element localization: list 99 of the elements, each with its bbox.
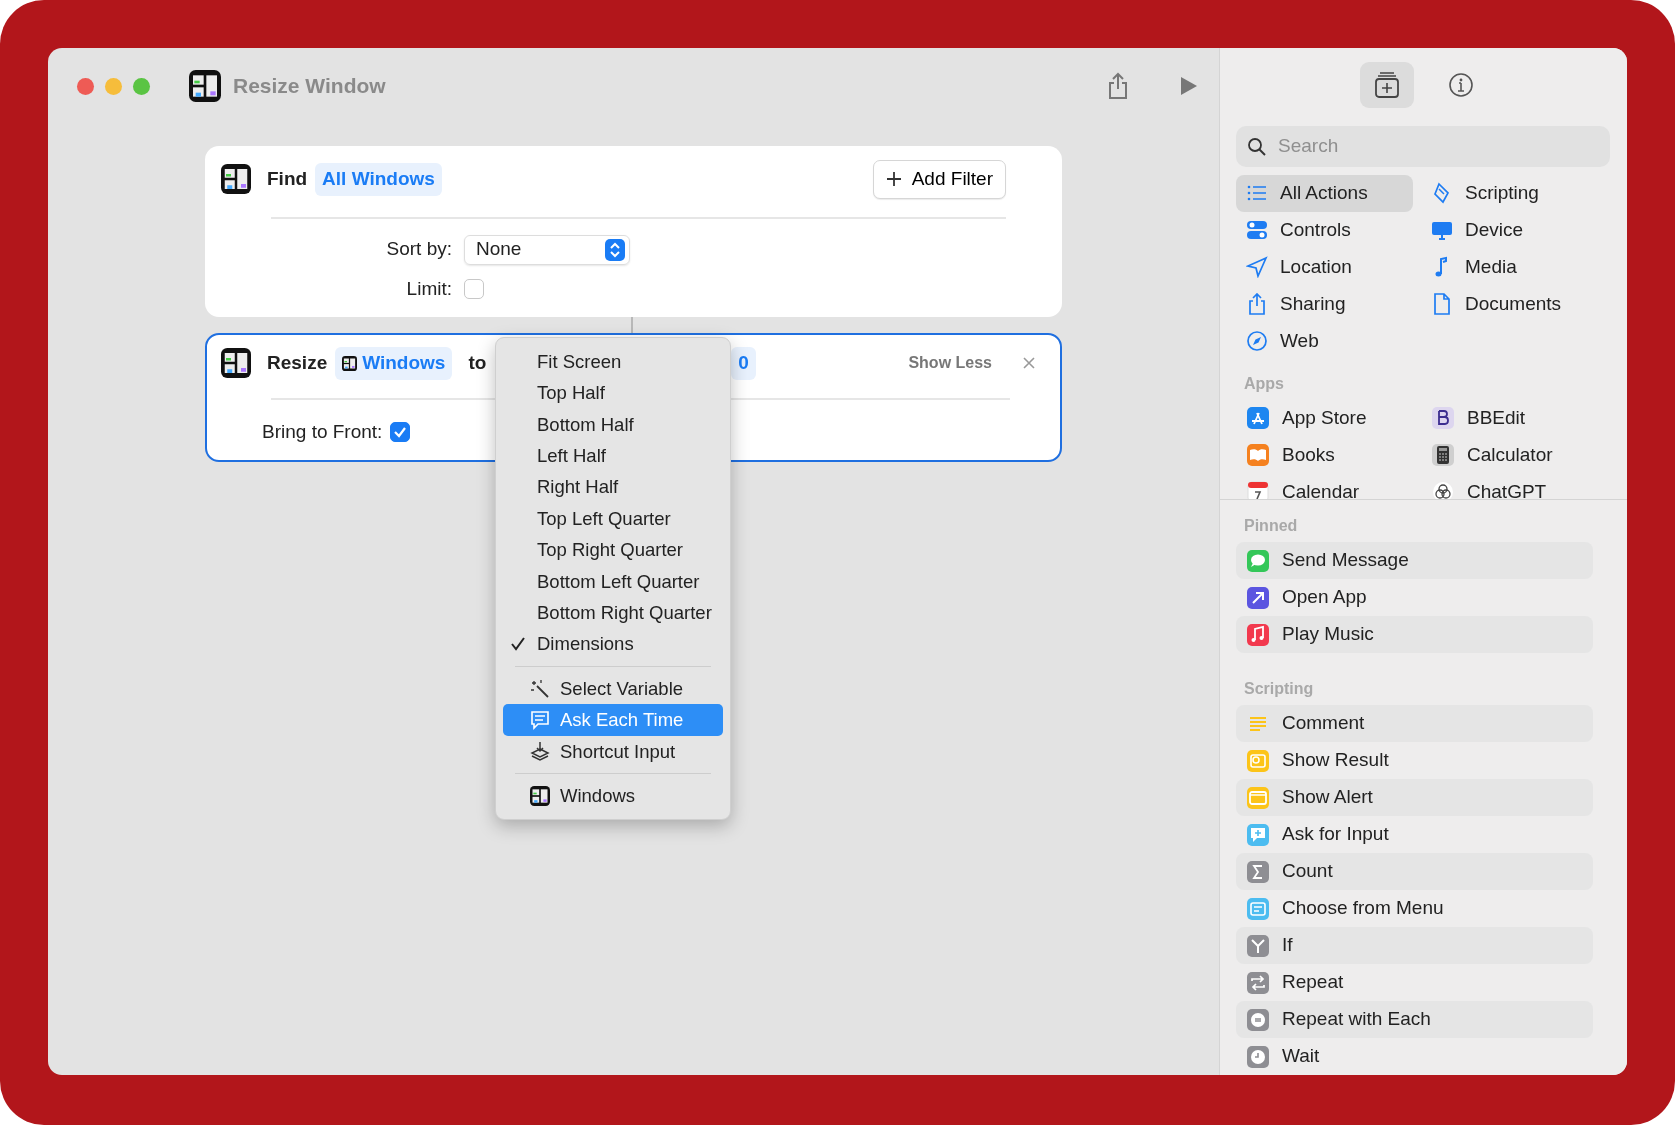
action-list-item[interactable]: Count — [1236, 853, 1593, 890]
action-list-item[interactable]: Open App — [1236, 579, 1593, 616]
category-item[interactable]: Web — [1236, 322, 1413, 360]
compass-icon — [1246, 330, 1268, 353]
windows-app-icon — [221, 164, 251, 195]
magic-wand-icon — [530, 678, 550, 699]
repeat-icon — [1246, 970, 1270, 995]
variable-token[interactable]: All Windows — [315, 163, 442, 196]
play-icon[interactable] — [1179, 75, 1199, 97]
close-window-button[interactable] — [77, 77, 94, 95]
open-book-icon — [1246, 443, 1270, 468]
menu-item[interactable]: Top Left Quarter — [503, 502, 723, 535]
value-token[interactable]: 0 — [731, 347, 756, 380]
action-list-item[interactable]: Repeat with Each — [1236, 1001, 1593, 1038]
app-item[interactable]: Calculator — [1421, 436, 1598, 474]
limit-checkbox[interactable] — [464, 278, 484, 299]
monitor-icon — [1431, 219, 1453, 242]
action-list-item[interactable]: Ask for Input — [1236, 816, 1593, 853]
variable-token[interactable]: Windows — [335, 347, 453, 380]
menu-item[interactable]: Fit Screen — [503, 346, 723, 378]
action-list-item[interactable]: Show Result — [1236, 742, 1593, 779]
category-item[interactable]: Controls — [1236, 211, 1413, 249]
category-item[interactable]: Location — [1236, 248, 1413, 286]
bring-to-front-checkbox[interactable] — [390, 421, 411, 442]
windows-app-icon — [342, 355, 358, 371]
speech-bubble-icon — [1246, 548, 1270, 573]
stepper-icon — [605, 238, 625, 261]
menu-item[interactable]: Top Half — [503, 377, 723, 409]
action-list-item[interactable]: Repeat — [1236, 964, 1593, 1001]
app-store-icon — [1246, 406, 1270, 431]
document-icon — [1431, 293, 1453, 316]
section-heading: Scripting — [1243, 679, 1315, 699]
connector-word: to — [468, 351, 487, 375]
checkmark-icon — [393, 425, 408, 438]
action-list-item[interactable]: Comment — [1236, 705, 1593, 742]
menu-item[interactable]: Top Right Quarter — [503, 534, 723, 566]
category-item[interactable]: Documents — [1421, 285, 1598, 323]
menu-item[interactable]: Right Half — [503, 471, 723, 503]
app-item[interactable]: BBEdit — [1421, 399, 1598, 437]
close-icon[interactable] — [1022, 356, 1036, 371]
section-heading: Apps — [1243, 373, 1285, 394]
menu-card-icon — [1246, 896, 1270, 921]
category-item[interactable]: Sharing — [1236, 285, 1413, 323]
category-item[interactable]: Media — [1421, 248, 1598, 286]
sigma-icon — [1246, 859, 1270, 884]
menu-item[interactable]: Dimensions — [503, 628, 723, 660]
app-item[interactable]: ChatGPT — [1421, 473, 1598, 499]
action-verb: Find — [267, 167, 308, 191]
action-list-item[interactable]: Show Alert — [1236, 779, 1593, 816]
search-field[interactable]: Search — [1236, 125, 1610, 167]
library-icon — [1373, 71, 1400, 99]
letter-b-icon — [1431, 406, 1455, 431]
music-note-icon — [1246, 622, 1270, 647]
toggle-switches-icon — [1246, 219, 1268, 242]
menu-item[interactable]: Windows — [503, 780, 723, 812]
app-item[interactable]: Calendar — [1236, 473, 1413, 499]
menu-item[interactable]: Bottom Right Quarter — [503, 597, 723, 629]
info-icon — [1447, 72, 1474, 98]
action-list-item[interactable]: Play Music — [1236, 616, 1593, 653]
action-list-item[interactable]: Wait — [1236, 1038, 1593, 1075]
category-item[interactable]: Device — [1421, 211, 1598, 249]
field-label: Bring to Front: — [262, 419, 383, 444]
action-list-item[interactable]: If — [1236, 927, 1593, 964]
share-icon[interactable] — [1107, 72, 1129, 100]
menu-item[interactable]: Bottom Half — [503, 408, 723, 441]
action-list-item[interactable]: Send Message — [1236, 542, 1593, 579]
plus-bubble-icon — [1246, 822, 1270, 847]
action-list-item[interactable]: Choose from Menu — [1236, 890, 1593, 927]
app-item[interactable]: App Store — [1236, 399, 1413, 437]
menu-item[interactable]: Left Half — [503, 440, 723, 472]
menu-item[interactable]: Bottom Left Quarter — [503, 565, 723, 598]
calculator-icon — [1431, 443, 1455, 468]
plus-icon — [885, 171, 902, 188]
location-arrow-icon — [1246, 256, 1268, 279]
window-title: Resize Window — [233, 73, 386, 100]
category-item[interactable]: Scripting — [1421, 174, 1598, 212]
action-verb: Resize — [267, 351, 328, 375]
flower-knot-icon — [1431, 480, 1455, 499]
sort-popup-button[interactable]: None — [464, 234, 630, 265]
speech-bubble-icon — [530, 710, 550, 730]
add-filter-button[interactable]: Add Filter — [872, 160, 1006, 199]
show-less-link[interactable]: Show Less — [908, 351, 992, 376]
windows-app-icon — [189, 70, 221, 102]
panel-tab[interactable] — [1359, 62, 1414, 108]
app-item[interactable]: Books — [1236, 436, 1413, 474]
menu-item[interactable]: Select Variable — [503, 672, 723, 705]
share-icon — [1246, 293, 1268, 316]
stacked-layers-icon — [530, 741, 550, 762]
windows-app-icon — [221, 348, 251, 379]
windows-app-icon — [530, 785, 550, 806]
branch-icon — [1246, 933, 1270, 958]
menu-item[interactable]: Shortcut Input — [503, 735, 723, 768]
category-item[interactable]: All Actions — [1236, 174, 1413, 212]
field-label: Sort by: — [385, 237, 452, 262]
magnifier-window-icon — [1246, 748, 1270, 773]
field-label: Limit: — [405, 276, 452, 301]
clock-icon — [1246, 1044, 1270, 1069]
alert-window-icon — [1246, 785, 1270, 810]
section-heading: Pinned — [1243, 516, 1299, 536]
